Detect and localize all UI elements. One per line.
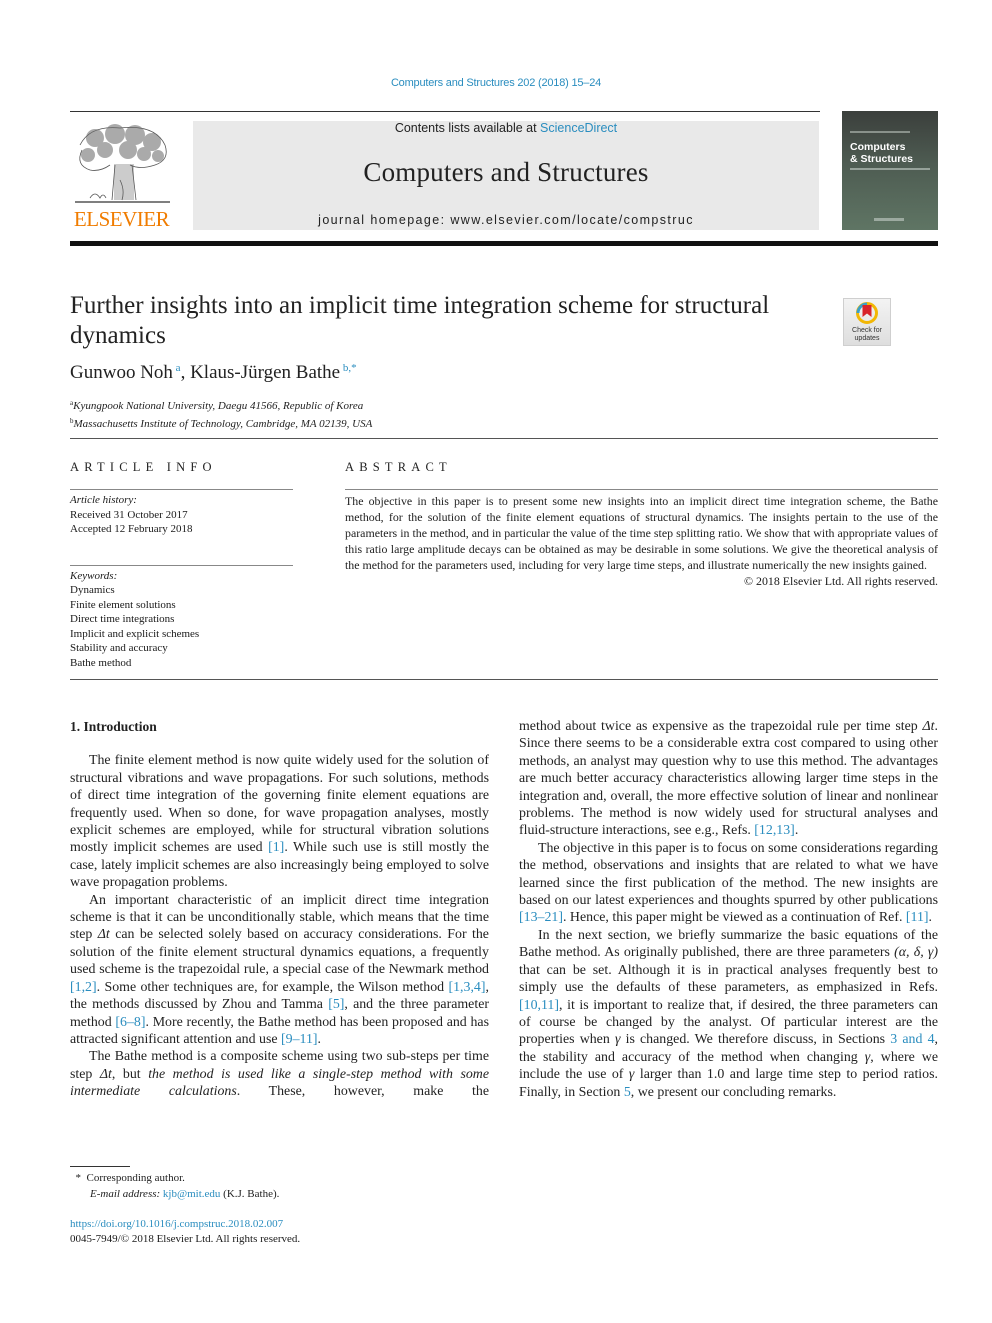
abstract-text: The objective in this paper is to presen… <box>345 494 938 572</box>
paragraph-continuation: method about twice as expensive as the t… <box>519 719 938 839</box>
citation-link[interactable]: [5] <box>328 997 344 1012</box>
citation-link[interactable]: [1] <box>268 840 284 855</box>
affiliation: bMassachusetts Institute of Technology, … <box>70 416 373 430</box>
article-info-heading: ARTICLE INFO <box>70 460 217 474</box>
abstract-heading: ABSTRACT <box>345 460 452 474</box>
divider <box>70 564 293 566</box>
article-title: Further insights into an implicit time i… <box>70 292 770 349</box>
contents-line: Contents lists available at ScienceDirec… <box>193 121 819 135</box>
keyword: Direct time integrations <box>70 613 175 625</box>
paragraph: The finite element method is now quite w… <box>70 753 489 891</box>
contents-prefix: Contents lists available at <box>394 121 541 135</box>
accepted-date: Accepted 12 February 2018 <box>70 523 193 535</box>
section-link[interactable]: 5 <box>624 1085 631 1100</box>
citation-link[interactable]: [11] <box>906 910 929 925</box>
abstract: ABSTRACT The objective in this paper is … <box>345 460 938 589</box>
journal-masthead: Contents lists available at ScienceDirec… <box>193 121 819 230</box>
citation-link[interactable]: [1,2] <box>70 980 97 995</box>
abstract-copyright: © 2018 Elsevier Ltd. All rights reserved… <box>744 574 938 588</box>
paragraph: An important characteristic of an implic… <box>70 892 489 1047</box>
body-column-right: method about twice as expensive as the t… <box>519 718 938 1101</box>
paragraph: The objective in this paper is to focus … <box>519 840 938 926</box>
top-rule <box>70 111 820 112</box>
elsevier-logo[interactable]: ELSEVIER <box>70 120 173 232</box>
issn-copyright: 0045-7949/© 2018 Elsevier Ltd. All right… <box>70 1233 301 1245</box>
citation-link[interactable]: [12,13] <box>754 823 795 838</box>
journal-title: Computers and Structures <box>363 157 649 187</box>
author-name[interactable]: Klaus-Jürgen Bathe <box>190 362 340 383</box>
article-info: ARTICLE INFO Article history: Received 3… <box>70 460 293 670</box>
citation-link[interactable]: [10,11] <box>519 998 559 1013</box>
masthead-rule <box>70 241 938 246</box>
citation-link[interactable]: [9–11] <box>281 1032 318 1047</box>
keyword: Finite element solutions <box>70 598 176 611</box>
cover-subtitle-line <box>850 168 930 170</box>
section-link[interactable]: 3 and 4 <box>890 1032 934 1047</box>
keyword: Dynamics <box>70 584 115 596</box>
cover-footer-line <box>874 218 904 221</box>
p3-continued: method about twice as expensive as the t… <box>519 719 923 734</box>
citation-link[interactable]: [13–21] <box>519 910 563 925</box>
affiliations: aKyungpook National University, Daegu 41… <box>70 396 372 431</box>
check-for-updates-label: Check for updates <box>852 327 882 342</box>
check-for-updates-button[interactable]: Check for updates <box>843 298 891 346</box>
body-column-left: 1. Introduction The finite element metho… <box>70 718 489 1101</box>
paragraph: In the next section, we briefly summariz… <box>519 927 938 1100</box>
affiliation: aKyungpook National University, Daegu 41… <box>70 399 364 412</box>
cover-header-line <box>850 131 910 133</box>
keywords-label: Keywords: <box>70 569 118 582</box>
section-heading: 1. Introduction <box>70 719 157 734</box>
keyword: Bathe method <box>70 656 132 669</box>
footnote-rule <box>70 1166 130 1167</box>
cover-title: Computers & Structures <box>850 141 914 165</box>
author-list: Gunwoo Noh a, Klaus-Jürgen Bathe b,* <box>70 362 357 383</box>
footnotes: * Corresponding author. E-mail address: … <box>70 1170 280 1202</box>
citation-link[interactable]: [6–8] <box>115 1015 145 1030</box>
divider <box>345 489 938 490</box>
received-date: Received 31 October 2017 <box>70 508 188 521</box>
divider <box>70 679 938 680</box>
divider <box>70 438 938 439</box>
divider <box>70 489 293 490</box>
keyword: Stability and accuracy <box>70 642 168 654</box>
article-history-label: Article history: <box>70 494 137 506</box>
journal-homepage[interactable]: journal homepage: www.elsevier.com/locat… <box>193 213 819 227</box>
journal-cover-thumbnail[interactable]: Computers & Structures <box>842 111 938 230</box>
corresponding-author-note: * Corresponding author. <box>75 1172 185 1184</box>
citation-link[interactable]: [1,3,4] <box>448 980 485 995</box>
elsevier-tree-icon <box>75 124 170 203</box>
sciencedirect-link[interactable]: ScienceDirect <box>540 121 617 135</box>
crossmark-icon <box>856 302 878 324</box>
paragraph: The Bathe method is a composite scheme u… <box>70 1049 489 1100</box>
running-head[interactable]: Computers and Structures 202 (2018) 15–2… <box>0 77 992 89</box>
author-name[interactable]: Gunwoo Noh <box>70 362 173 383</box>
keyword: Implicit and explicit schemes <box>70 627 200 640</box>
email-link[interactable]: kjb@mit.edu <box>163 1188 221 1200</box>
doi-link[interactable]: https://doi.org/10.1016/j.compstruc.2018… <box>70 1218 283 1230</box>
elsevier-wordmark: ELSEVIER <box>73 207 170 231</box>
email-note: E-mail address: kjb@mit.edu (K.J. Bathe)… <box>90 1188 280 1200</box>
doi-block: https://doi.org/10.1016/j.compstruc.2018… <box>70 1217 300 1247</box>
author-affiliation-marker[interactable]: b,* <box>343 362 357 374</box>
